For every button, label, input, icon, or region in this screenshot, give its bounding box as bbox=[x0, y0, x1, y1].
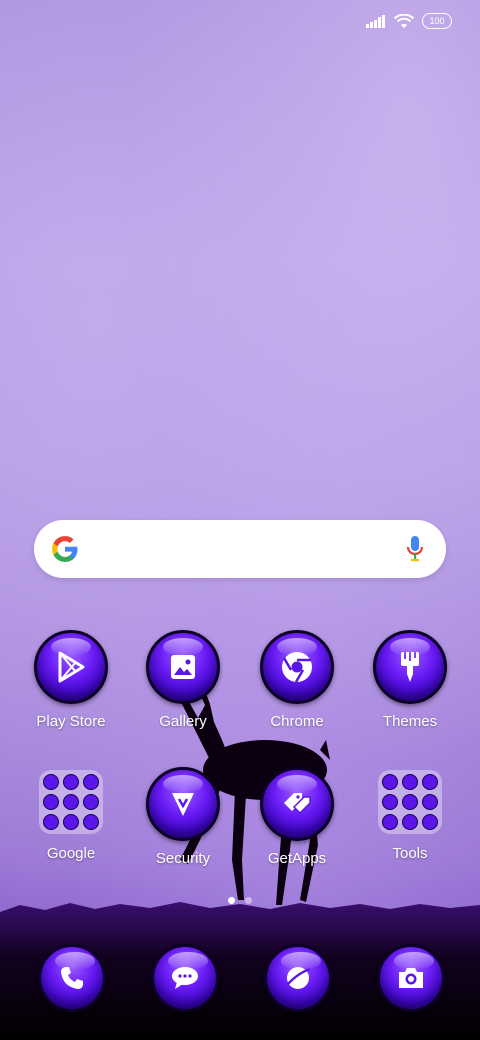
mini-app-icon bbox=[382, 814, 398, 830]
app-themes[interactable]: Themes bbox=[355, 630, 465, 730]
app-label: Security bbox=[155, 850, 211, 867]
dock-messages[interactable] bbox=[151, 944, 219, 1012]
mini-app-icon bbox=[63, 774, 79, 790]
mini-app-icon bbox=[402, 794, 418, 810]
status-bar: 100 bbox=[0, 0, 480, 44]
mini-app-icon bbox=[422, 814, 438, 830]
play-store-icon bbox=[34, 630, 108, 704]
mini-app-icon bbox=[402, 814, 418, 830]
folder-grid bbox=[378, 770, 442, 834]
app-gallery[interactable]: Gallery bbox=[128, 630, 238, 730]
mini-app-icon bbox=[83, 794, 99, 810]
app-label: Play Store bbox=[36, 713, 106, 730]
google-search-bar[interactable] bbox=[34, 520, 446, 578]
mini-app-icon bbox=[83, 774, 99, 790]
security-icon bbox=[146, 767, 220, 841]
app-play-store[interactable]: Play Store bbox=[16, 630, 126, 730]
gallery-icon bbox=[146, 630, 220, 704]
app-label: GetApps bbox=[267, 850, 327, 867]
dock-phone[interactable] bbox=[38, 944, 106, 1012]
mini-app-icon bbox=[402, 774, 418, 790]
folder-google[interactable]: Google bbox=[16, 768, 126, 862]
mini-app-icon bbox=[43, 814, 59, 830]
themes-brush-icon bbox=[373, 630, 447, 704]
mini-app-icon bbox=[83, 814, 99, 830]
dock-browser[interactable] bbox=[264, 944, 332, 1012]
mini-app-icon bbox=[63, 794, 79, 810]
app-label: Gallery bbox=[159, 713, 207, 730]
mini-app-icon bbox=[422, 774, 438, 790]
chrome-icon bbox=[260, 630, 334, 704]
app-getapps[interactable]: GetApps bbox=[242, 767, 352, 867]
dock-camera[interactable] bbox=[377, 944, 445, 1012]
mini-app-icon bbox=[43, 774, 59, 790]
signal-icon bbox=[366, 14, 385, 28]
app-label: Themes bbox=[382, 713, 438, 730]
page-indicator bbox=[0, 897, 480, 904]
app-chrome[interactable]: Chrome bbox=[242, 630, 352, 730]
mic-icon[interactable] bbox=[406, 535, 424, 563]
browser-icon bbox=[264, 944, 332, 1012]
google-g-icon bbox=[52, 536, 78, 562]
mini-app-icon bbox=[382, 774, 398, 790]
folder-label: Tools bbox=[392, 845, 428, 862]
mini-app-icon bbox=[63, 814, 79, 830]
folder-label: Google bbox=[46, 845, 96, 862]
wifi-icon bbox=[394, 13, 414, 28]
battery-icon: 100 bbox=[422, 13, 452, 29]
mini-app-icon bbox=[422, 794, 438, 810]
folder-tools[interactable]: Tools bbox=[355, 768, 465, 862]
folder-grid bbox=[39, 770, 103, 834]
app-label: Chrome bbox=[270, 713, 324, 730]
phone-icon bbox=[38, 944, 106, 1012]
getapps-icon bbox=[260, 767, 334, 841]
mini-app-icon bbox=[382, 794, 398, 810]
app-security[interactable]: Security bbox=[128, 767, 238, 867]
page-dot[interactable] bbox=[245, 897, 252, 904]
mini-app-icon bbox=[43, 794, 59, 810]
page-dot-active[interactable] bbox=[228, 897, 235, 904]
camera-icon bbox=[377, 944, 445, 1012]
messages-icon bbox=[151, 944, 219, 1012]
